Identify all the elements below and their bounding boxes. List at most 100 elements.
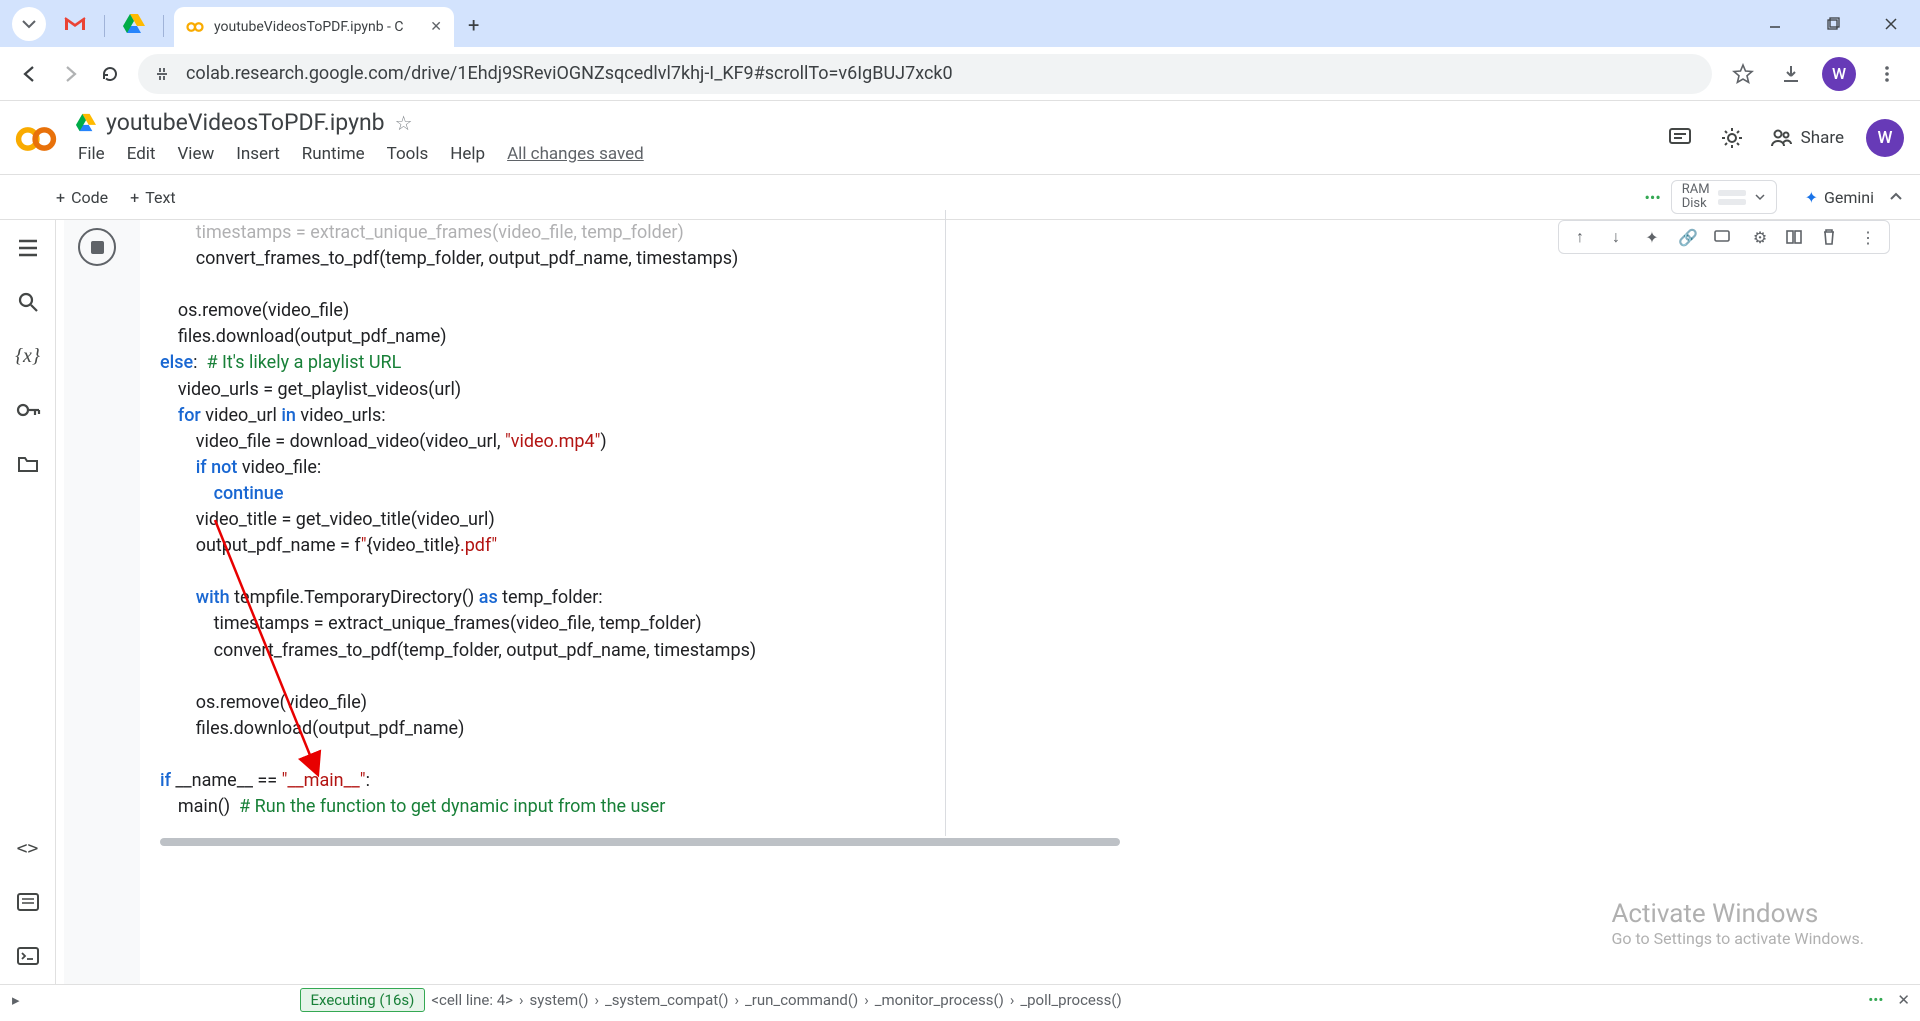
code-snippets-icon[interactable]: <>: [14, 834, 42, 862]
new-tab-button[interactable]: +: [468, 13, 479, 37]
horizontal-scrollbar[interactable]: [160, 838, 1120, 846]
command-palette-icon[interactable]: [14, 888, 42, 916]
add-code-button[interactable]: +Code: [56, 188, 108, 207]
code-editor[interactable]: timestamps = extract_unique_frames(video…: [148, 220, 1920, 846]
expand-status-icon[interactable]: ▸: [12, 991, 20, 1009]
stack-crumb[interactable]: _poll_process(): [1020, 991, 1121, 1009]
code-line: files.download(output_pdf_name): [160, 324, 1920, 350]
gemini-button[interactable]: ✦Gemini: [1805, 188, 1874, 207]
stop-execution-button[interactable]: [78, 228, 116, 266]
document-title[interactable]: youtubeVideosToPDF.ipynb: [106, 109, 385, 136]
terminal-icon[interactable]: [14, 942, 42, 970]
menu-file[interactable]: File: [78, 144, 105, 164]
plus-icon: +: [130, 188, 139, 207]
windows-activation-watermark: Activate Windows Go to Settings to activ…: [1611, 899, 1864, 948]
stack-crumb[interactable]: <cell line: 4>: [431, 991, 513, 1009]
search-icon[interactable]: [14, 288, 42, 316]
menu-runtime[interactable]: Runtime: [302, 144, 365, 164]
stack-crumb[interactable]: _run_command(): [745, 991, 858, 1009]
menu-view[interactable]: View: [177, 144, 214, 164]
colab-favicon-icon: [186, 18, 204, 36]
disk-bar: [1718, 199, 1746, 205]
tab-close-icon[interactable]: ✕: [430, 19, 442, 35]
active-tab[interactable]: youtubeVideosToPDF.ipynb - C ✕: [174, 7, 454, 47]
status-more-icon[interactable]: •••: [1868, 991, 1883, 1009]
executing-badge[interactable]: Executing (16s): [300, 988, 426, 1012]
add-code-label: Code: [71, 188, 108, 207]
code-line: convert_frames_to_pdf(temp_folder, outpu…: [160, 638, 1920, 664]
chevron-down-icon: [22, 17, 36, 31]
reload-button[interactable]: [90, 54, 130, 94]
comments-icon[interactable]: [1665, 123, 1695, 153]
add-text-button[interactable]: +Text: [130, 188, 176, 207]
collapse-header-icon[interactable]: [1888, 189, 1904, 205]
runtime-more-icon[interactable]: •••: [1645, 188, 1661, 207]
generate-sparkle-icon[interactable]: ✦: [1641, 228, 1663, 247]
cell-settings-icon[interactable]: ⚙: [1749, 228, 1771, 247]
share-button[interactable]: Share: [1769, 126, 1844, 150]
code-line: if not video_file:: [160, 455, 1920, 481]
close-window-button[interactable]: [1862, 0, 1920, 47]
code-line: [160, 742, 1920, 768]
gmail-tab-icon[interactable]: [58, 7, 92, 41]
code-line: output_pdf_name = f"{video_title}.pdf": [160, 533, 1920, 559]
save-status[interactable]: All changes saved: [507, 144, 644, 164]
status-close-icon[interactable]: ✕: [1897, 991, 1910, 1009]
notebook-body: {x} <> ↑ ↓ ✦ 🔗 ⚙ ⋮ timestamps = extract_…: [0, 220, 1920, 984]
drive-tab-icon[interactable]: [117, 7, 151, 41]
main-area: ↑ ↓ ✦ 🔗 ⚙ ⋮ timestamps = extract_unique_…: [56, 220, 1920, 984]
code-line: if __name__ == "__main__":: [160, 768, 1920, 794]
link-cell-icon[interactable]: 🔗: [1677, 228, 1699, 247]
ram-bar: [1718, 190, 1746, 196]
menu-edit[interactable]: Edit: [127, 144, 156, 164]
tab-separator: [104, 15, 105, 37]
move-down-icon[interactable]: ↓: [1605, 227, 1627, 247]
minimize-button[interactable]: [1746, 0, 1804, 47]
profile-avatar[interactable]: W: [1822, 57, 1856, 91]
mirror-cell-icon[interactable]: [1785, 228, 1807, 246]
stop-icon: [91, 241, 104, 254]
code-line: main() # Run the function to get dynamic…: [160, 794, 1920, 820]
status-bar: ▸ Executing (16s) <cell line: 4>› system…: [0, 984, 1920, 1014]
watermark-sub: Go to Settings to activate Windows.: [1611, 929, 1864, 948]
menu-bar: File Edit View Insert Runtime Tools Help…: [76, 136, 1665, 174]
star-document-icon[interactable]: ☆: [395, 111, 413, 135]
variables-icon[interactable]: {x}: [14, 342, 42, 370]
bookmark-star-icon[interactable]: [1726, 57, 1760, 91]
comment-cell-icon[interactable]: [1713, 228, 1735, 246]
stack-crumb[interactable]: system(): [530, 991, 589, 1009]
cell-more-icon[interactable]: ⋮: [1857, 228, 1879, 247]
table-of-contents-icon[interactable]: [14, 234, 42, 262]
move-up-icon[interactable]: ↑: [1569, 227, 1591, 247]
maximize-button[interactable]: [1804, 0, 1862, 47]
colab-avatar[interactable]: W: [1866, 119, 1904, 157]
stack-crumb[interactable]: _monitor_process(): [875, 991, 1004, 1009]
left-rail: {x} <>: [0, 220, 56, 984]
menu-tools[interactable]: Tools: [387, 144, 429, 164]
colab-header: youtubeVideosToPDF.ipynb ☆ File Edit Vie…: [0, 101, 1920, 174]
ram-label: RAM: [1682, 183, 1710, 197]
site-info-icon[interactable]: [152, 65, 174, 83]
secrets-key-icon[interactable]: [14, 396, 42, 424]
colab-logo-icon[interactable]: [14, 117, 58, 161]
omnibox[interactable]: colab.research.google.com/drive/1Ehdj9SR…: [138, 54, 1712, 94]
code-line: [160, 272, 1920, 298]
chrome-menu-icon[interactable]: [1870, 57, 1904, 91]
back-button[interactable]: [10, 54, 50, 94]
delete-cell-icon[interactable]: [1821, 228, 1843, 246]
menu-help[interactable]: Help: [450, 144, 485, 164]
code-line: video_urls = get_playlist_videos(url): [160, 377, 1920, 403]
code-line: os.remove(video_file): [160, 298, 1920, 324]
tab-search-button[interactable]: [12, 7, 46, 41]
forward-button[interactable]: [50, 54, 90, 94]
stack-crumb[interactable]: _system_compat(): [605, 991, 729, 1009]
menu-insert[interactable]: Insert: [236, 144, 280, 164]
resource-indicator[interactable]: RAMDisk: [1671, 180, 1777, 215]
tab-separator: [163, 15, 164, 37]
downloads-icon[interactable]: [1774, 57, 1808, 91]
files-folder-icon[interactable]: [14, 450, 42, 478]
share-label: Share: [1801, 128, 1844, 148]
tab-title: youtubeVideosToPDF.ipynb - C: [214, 19, 422, 35]
settings-gear-icon[interactable]: [1717, 123, 1747, 153]
watermark-title: Activate Windows: [1611, 899, 1864, 929]
